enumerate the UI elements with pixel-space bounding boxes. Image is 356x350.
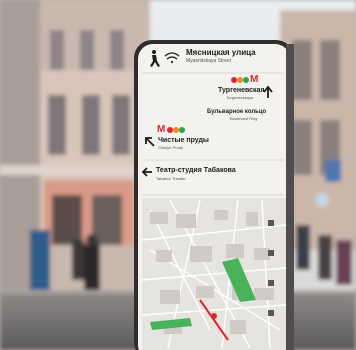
scene-background: [0, 0, 356, 350]
street-scene: Мясницкая улица Myasnitskaya Street M Ту…: [0, 0, 356, 350]
metro-lines-badge-2: [167, 127, 185, 133]
destination-1-latin: Turgenevskaya: [226, 95, 254, 100]
metro-lines-badge-1: [231, 77, 249, 83]
destination-3-latin: Chistye Prudy: [158, 145, 183, 150]
destination-1: Тургеневская: [218, 87, 265, 94]
blue-kiosk: [30, 230, 50, 300]
street-name-latin: Myasnitskaya Street: [186, 58, 232, 64]
metro-badge-1: M: [250, 74, 259, 85]
destination-2-latin: Boulevard Ring: [230, 116, 258, 121]
map-you-are-here-marker: [211, 313, 217, 319]
wayfinding-sign: [134, 40, 294, 350]
metro-badge-2: M: [157, 124, 166, 135]
destination-2: Бульварное кольцо: [207, 109, 267, 115]
destination-3: Чистые пруды: [158, 137, 209, 144]
destination-4: Театр-студия Табакова: [156, 167, 236, 174]
destination-4-latin: Tabakov Theater: [156, 176, 186, 181]
street-name: Мясницкая улица: [186, 48, 256, 57]
